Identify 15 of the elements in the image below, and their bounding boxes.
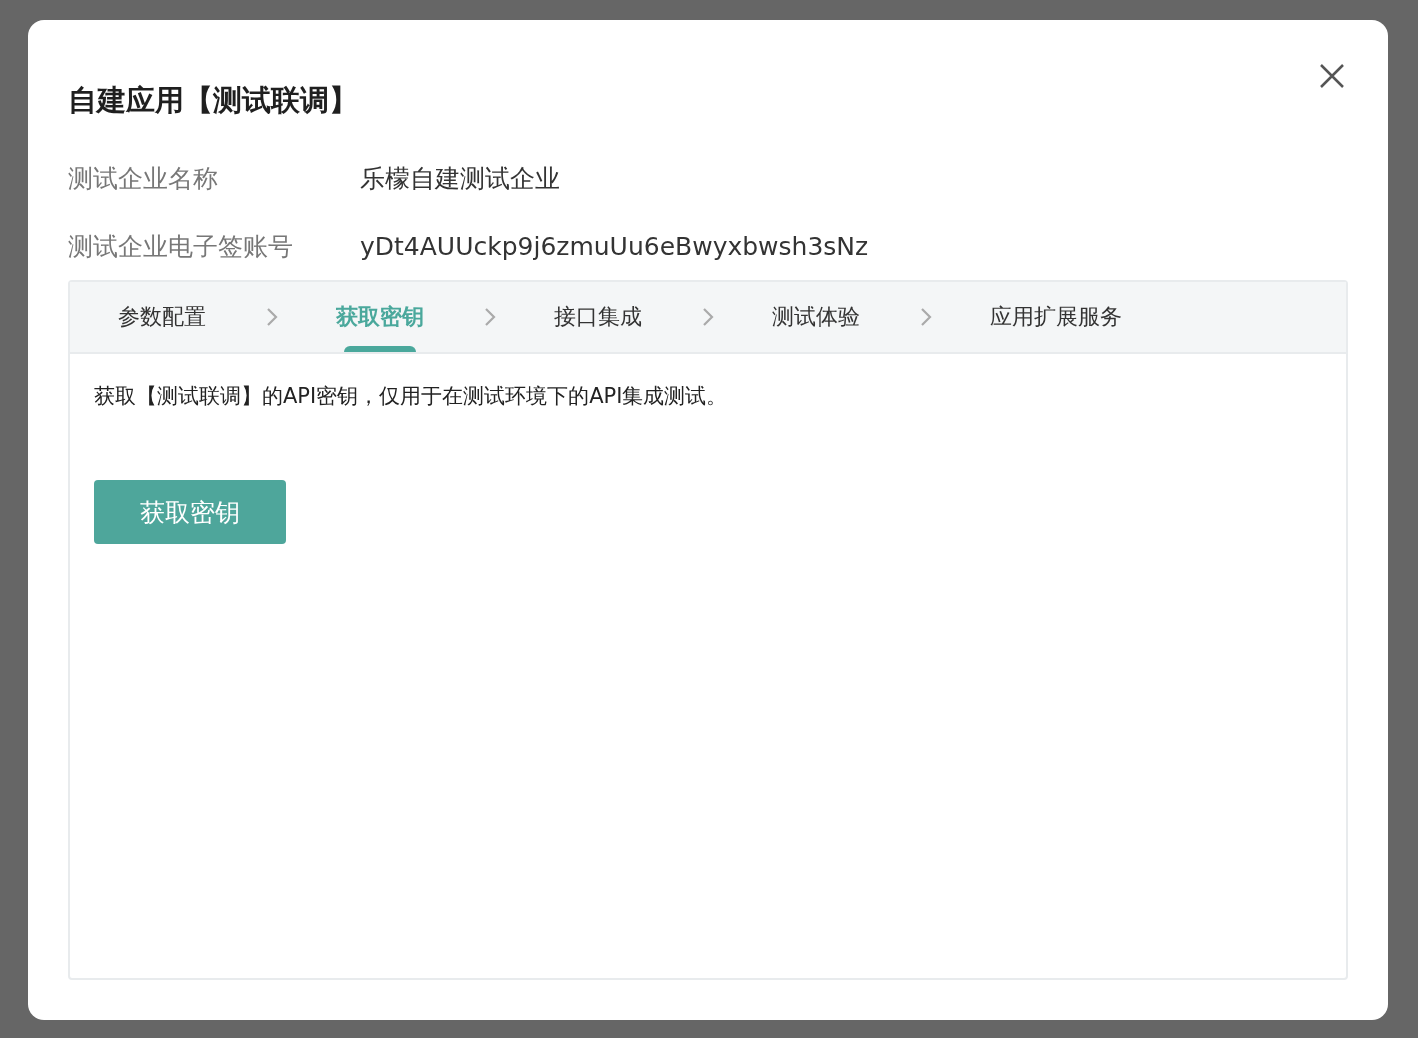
dialog-title: 自建应用【测试联调】	[68, 82, 359, 118]
field-label: 测试企业电子签账号	[68, 230, 294, 263]
close-icon	[1318, 62, 1346, 90]
chevron-right-icon	[482, 307, 498, 327]
chevron-right-icon	[918, 307, 934, 327]
step-tab[interactable]: 参数配置	[118, 282, 206, 352]
step-tab[interactable]: 应用扩展服务	[990, 282, 1122, 352]
field-value: yDt4AUUckp9j6zmuUu6eBwyxbwsh3sNz	[360, 231, 869, 261]
description: 获取【测试联调】的API密钥，仅用于在测试环境下的API集成测试。	[94, 383, 729, 410]
step-tab[interactable]: 接口集成	[554, 282, 642, 352]
step-tab[interactable]: 测试体验	[772, 282, 860, 352]
field-value: 乐檬自建测试企业	[360, 162, 560, 195]
chevron-right-icon	[700, 307, 716, 327]
chevron-right-icon	[264, 307, 280, 327]
field-label: 测试企业名称	[68, 162, 219, 195]
